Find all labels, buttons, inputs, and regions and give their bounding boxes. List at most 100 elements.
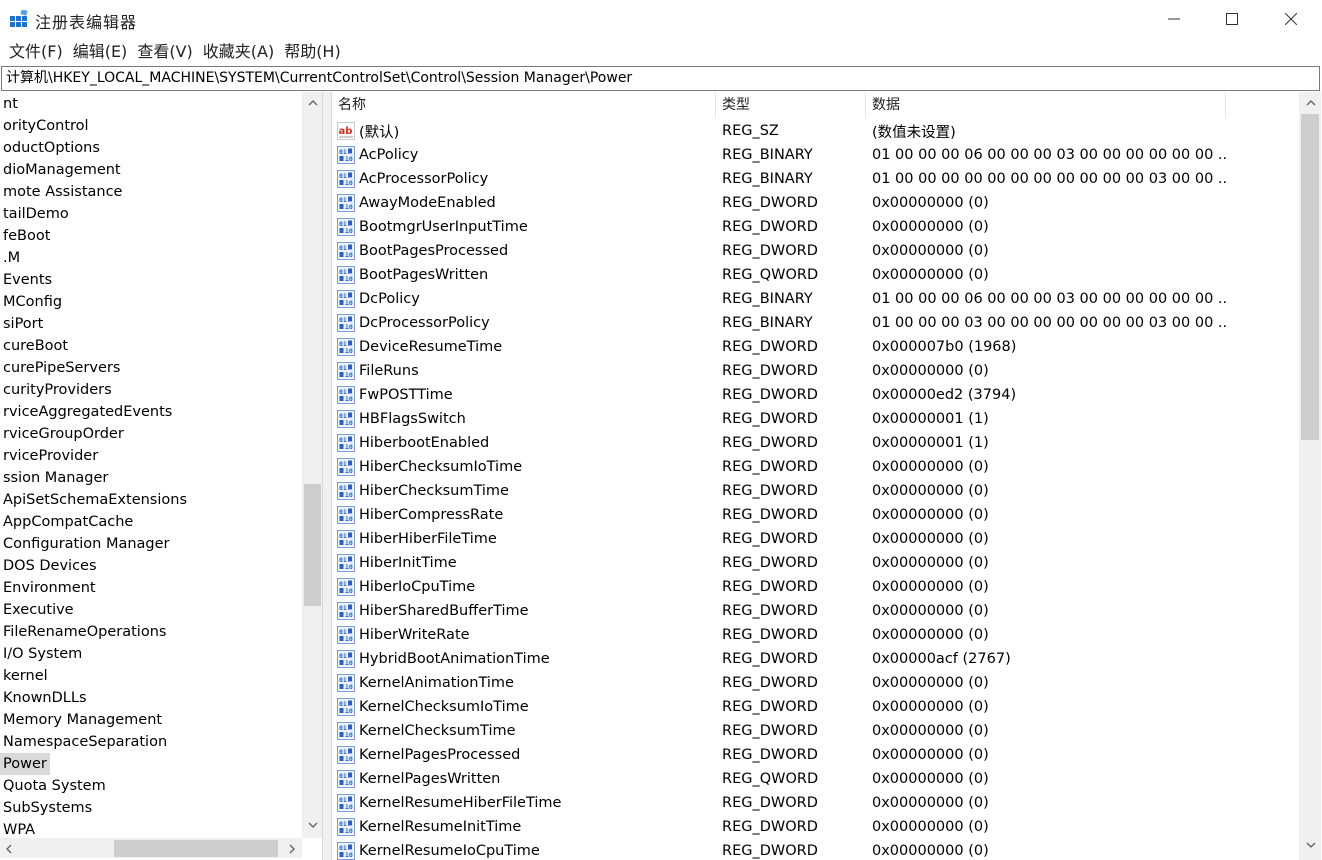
value-name: FwPOSTTime: [359, 387, 453, 403]
tree-item[interactable]: Events: [0, 269, 302, 291]
tree-item[interactable]: siPort: [0, 313, 302, 335]
value-name: KernelResumeInitTime: [359, 819, 522, 835]
tree-item[interactable]: Executive: [0, 599, 302, 621]
value-row[interactable]: 01 10 AcPolicy REG_BINARY 01 00 00 00 06 00 …: [332, 143, 1299, 167]
value-row[interactable]: 01 10 HiberInitTime REG_DWORD 0x00000000 (0): [332, 551, 1299, 575]
address-bar[interactable]: 计算机\HKEY_LOCAL_MACHINE\SYSTEM\CurrentCon…: [1, 66, 1320, 91]
value-row[interactable]: 01 10 HiberWriteRate REG_DWORD 0x00000000 (0…: [332, 623, 1299, 647]
column-header-name[interactable]: 名称: [332, 92, 716, 118]
value-name-cell: ab (默认): [332, 121, 716, 142]
tree-item[interactable]: AppCompatCache: [0, 511, 302, 533]
tree-item-label: Quota System: [3, 778, 106, 794]
value-row[interactable]: 01 10 DeviceResumeTime REG_DWORD 0x000007b0 …: [332, 335, 1299, 359]
tree-item[interactable]: rviceProvider: [0, 445, 302, 467]
value-row[interactable]: 01 10 DcPolicy REG_BINARY 01 00 00 00 06 00 …: [332, 287, 1299, 311]
value-row[interactable]: 01 10 HiberIoCpuTime REG_DWORD 0x00000000 (0…: [332, 575, 1299, 599]
tree-horizontal-scrollbar[interactable]: [0, 838, 302, 858]
tree-item[interactable]: rviceGroupOrder: [0, 423, 302, 445]
value-row[interactable]: 01 10 AwayModeEnabled REG_DWORD 0x00000000 (…: [332, 191, 1299, 215]
tree-item[interactable]: KnownDLLs: [0, 687, 302, 709]
column-header-data[interactable]: 数据: [866, 92, 1226, 118]
tree-item[interactable]: .M: [0, 247, 302, 269]
tree-item[interactable]: rviceAggregatedEvents: [0, 401, 302, 423]
value-data: 0x00000000 (0): [872, 195, 989, 211]
tree-item[interactable]: Environment: [0, 577, 302, 599]
value-name: KernelResumeHiberFileTime: [359, 795, 562, 811]
tree-item[interactable]: I/O System: [0, 643, 302, 665]
menu-edit[interactable]: 编辑(E): [68, 38, 133, 65]
tree-item[interactable]: orityControl: [0, 115, 302, 137]
value-data: 0x00000001 (1): [872, 435, 989, 451]
values-vertical-scrollbar[interactable]: [1299, 92, 1321, 860]
value-row[interactable]: 01 10 BootmgrUserInputTime REG_DWORD 0x00000…: [332, 215, 1299, 239]
value-row[interactable]: 01 10 HiberCompressRate REG_DWORD 0x00000000…: [332, 503, 1299, 527]
value-row[interactable]: ab (默认) REG_SZ (数值未设置): [332, 119, 1299, 143]
tree-item[interactable]: curityProviders: [0, 379, 302, 401]
value-row[interactable]: 01 10 FwPOSTTime REG_DWORD 0x00000ed2 (3794): [332, 383, 1299, 407]
tree-scroll-thumb[interactable]: [304, 484, 321, 606]
tree-item[interactable]: Configuration Manager: [0, 533, 302, 555]
scroll-left-icon[interactable]: [0, 840, 17, 857]
tree-item-selected[interactable]: Power: [0, 753, 302, 775]
value-row[interactable]: 01 10 HiberSharedBufferTime REG_DWORD 0x0000…: [332, 599, 1299, 623]
value-row[interactable]: 01 10 HiberbootEnabled REG_DWORD 0x00000001 …: [332, 431, 1299, 455]
value-row[interactable]: 01 10 KernelResumeInitTime REG_DWORD 0x00000…: [332, 815, 1299, 839]
minimize-button[interactable]: [1145, 0, 1203, 38]
tree-hscroll-thumb[interactable]: [114, 840, 278, 857]
value-row[interactable]: 01 10 HBFlagsSwitch REG_DWORD 0x00000001 (1): [332, 407, 1299, 431]
value-row[interactable]: 01 10 KernelPagesProcessed REG_DWORD 0x00000…: [332, 743, 1299, 767]
tree-item[interactable]: oductOptions: [0, 137, 302, 159]
value-row[interactable]: 01 10 BootPagesWritten REG_QWORD 0x00000000 …: [332, 263, 1299, 287]
tree-item[interactable]: ssion Manager: [0, 467, 302, 489]
scroll-up-icon[interactable]: [304, 94, 321, 111]
menu-help[interactable]: 帮助(H): [279, 38, 346, 65]
tree-item[interactable]: ApiSetSchemaExtensions: [0, 489, 302, 511]
scroll-down-icon[interactable]: [304, 816, 321, 833]
value-row[interactable]: 01 10 HybridBootAnimationTime REG_DWORD 0x00…: [332, 647, 1299, 671]
tree-item[interactable]: FileRenameOperations: [0, 621, 302, 643]
value-row[interactable]: 01 10 DcProcessorPolicy REG_BINARY 01 00 00 …: [332, 311, 1299, 335]
value-row[interactable]: 01 10 KernelChecksumIoTime REG_DWORD 0x00000…: [332, 695, 1299, 719]
close-button[interactable]: [1262, 0, 1320, 38]
value-row[interactable]: 01 10 KernelResumeIoCpuTime REG_DWORD 0x0000…: [332, 839, 1299, 860]
pane-splitter[interactable]: [323, 92, 331, 860]
tree-item[interactable]: SubSystems: [0, 797, 302, 819]
tree-item[interactable]: Memory Management: [0, 709, 302, 731]
tree-item[interactable]: NamespaceSeparation: [0, 731, 302, 753]
tree-item[interactable]: nt: [0, 93, 302, 115]
value-row[interactable]: 01 10 KernelResumeHiberFileTime REG_DWORD 0x…: [332, 791, 1299, 815]
menu-favorites[interactable]: 收藏夹(A): [198, 38, 279, 65]
value-row[interactable]: 01 10 HiberChecksumTime REG_DWORD 0x00000000…: [332, 479, 1299, 503]
tree-item[interactable]: mote Assistance: [0, 181, 302, 203]
svg-text:10: 10: [345, 395, 353, 403]
value-row[interactable]: 01 10 AcProcessorPolicy REG_BINARY 01 00 00 …: [332, 167, 1299, 191]
tree-item[interactable]: dioManagement: [0, 159, 302, 181]
value-row[interactable]: 01 10 KernelPagesWritten REG_QWORD 0x0000000…: [332, 767, 1299, 791]
tree-item[interactable]: tailDemo: [0, 203, 302, 225]
value-row[interactable]: 01 10 HiberChecksumIoTime REG_DWORD 0x000000…: [332, 455, 1299, 479]
value-row[interactable]: 01 10 KernelChecksumTime REG_DWORD 0x0000000…: [332, 719, 1299, 743]
value-row[interactable]: 01 10 HiberHiberFileTime REG_DWORD 0x0000000…: [332, 527, 1299, 551]
value-type: REG_DWORD: [722, 243, 818, 259]
value-row[interactable]: 01 10 BootPagesProcessed REG_DWORD 0x0000000…: [332, 239, 1299, 263]
regedit-icon: [10, 10, 28, 27]
binary-value-icon: 0110: [337, 554, 355, 572]
tree-item[interactable]: kernel: [0, 665, 302, 687]
menu-view[interactable]: 查看(V): [132, 38, 197, 65]
menu-file[interactable]: 文件(F): [4, 38, 68, 65]
scroll-up-icon[interactable]: [1302, 94, 1319, 111]
scroll-down-icon[interactable]: [1302, 836, 1319, 853]
value-row[interactable]: 01 10 FileRuns REG_DWORD 0x00000000 (0): [332, 359, 1299, 383]
values-scroll-thumb[interactable]: [1301, 114, 1319, 440]
tree-item[interactable]: curePipeServers: [0, 357, 302, 379]
tree-item[interactable]: cureBoot: [0, 335, 302, 357]
value-row[interactable]: 01 10 KernelAnimationTime REG_DWORD 0x000000…: [332, 671, 1299, 695]
tree-item[interactable]: feBoot: [0, 225, 302, 247]
tree-vertical-scrollbar[interactable]: [302, 92, 322, 838]
maximize-button[interactable]: [1203, 0, 1261, 38]
column-header-type[interactable]: 类型: [716, 92, 866, 118]
tree-item[interactable]: MConfig: [0, 291, 302, 313]
scroll-right-icon[interactable]: [283, 840, 300, 857]
tree-item[interactable]: Quota System: [0, 775, 302, 797]
tree-item[interactable]: DOS Devices: [0, 555, 302, 577]
